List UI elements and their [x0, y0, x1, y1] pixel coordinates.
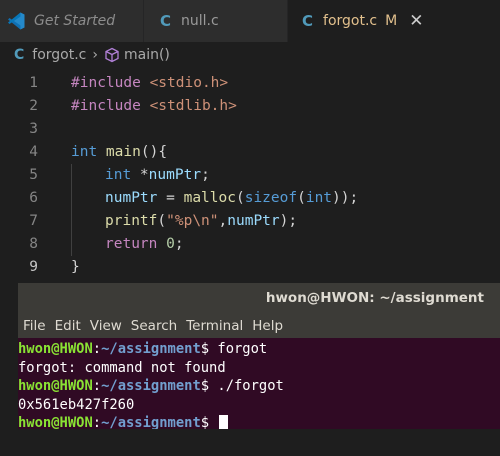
vscode-logo-icon: [8, 12, 25, 30]
terminal-title: hwon@HWON: ~/assignment: [265, 290, 484, 306]
code-line: 8 return 0;: [0, 233, 500, 256]
terminal-line: hwon@HWON:~/assignment$ ./forgot: [18, 378, 284, 394]
modified-indicator: M: [385, 13, 398, 29]
indent-guide: [71, 210, 105, 233]
tab-label: Get Started: [34, 13, 116, 29]
line-number: 3: [29, 121, 38, 137]
terminal-line: 0x561eb427f260: [18, 396, 135, 413]
line-number: 5: [29, 167, 38, 183]
code-editor[interactable]: 1 #include <stdio.h> 2 #include <stdlib.…: [0, 72, 500, 279]
tab-label: null.c: [181, 13, 219, 29]
menu-terminal[interactable]: Terminal: [186, 318, 243, 334]
menu-search[interactable]: Search: [131, 318, 177, 334]
indent-guide: [71, 233, 105, 256]
line-number: 4: [29, 144, 38, 160]
terminal-menu-bar: File Edit View Search Terminal Help: [18, 313, 500, 338]
line-number: 6: [29, 190, 38, 206]
breadcrumb-symbol[interactable]: main(): [124, 47, 170, 63]
editor-background: [0, 429, 500, 456]
close-icon[interactable]: ✕: [409, 11, 423, 31]
c-file-icon: C: [160, 12, 172, 30]
line-number: 7: [29, 213, 38, 229]
code-line: 5 int *numPtr;: [0, 164, 500, 187]
code-line: 7 printf("%p\n",numPtr);: [0, 210, 500, 233]
tab-null-c[interactable]: C null.c: [144, 0, 288, 42]
tab-get-started[interactable]: Get Started: [0, 0, 144, 42]
line-number: 2: [29, 98, 38, 114]
terminal-window[interactable]: hwon@HWON: ~/assignment File Edit View S…: [18, 283, 500, 431]
menu-edit[interactable]: Edit: [55, 318, 81, 334]
code-line: 1 #include <stdio.h>: [0, 72, 500, 95]
breadcrumb-separator: ›: [92, 47, 98, 63]
editor-tab-bar: Get Started C null.c C forgot.c M ✕: [0, 0, 500, 42]
c-file-icon: C: [14, 47, 25, 63]
menu-file[interactable]: File: [23, 318, 46, 334]
breadcrumb: C forgot.c › main(): [0, 42, 500, 68]
line-number: 9: [29, 259, 38, 275]
terminal-line: forgot: command not found: [18, 359, 226, 376]
tab-label: forgot.c: [323, 13, 378, 29]
line-number: 8: [29, 236, 38, 252]
code-line: 3: [0, 118, 500, 141]
terminal-title-bar[interactable]: hwon@HWON: ~/assignment: [18, 283, 500, 313]
menu-help[interactable]: Help: [252, 318, 283, 334]
line-number: 1: [29, 75, 38, 91]
code-line: 4 int main(){: [0, 141, 500, 164]
menu-view[interactable]: View: [90, 318, 122, 334]
indent-guide: [71, 187, 105, 210]
code-line: 2 #include <stdlib.h>: [0, 95, 500, 118]
indent-guide: [71, 164, 105, 187]
c-file-icon: C: [302, 12, 314, 30]
breadcrumb-file[interactable]: forgot.c: [32, 47, 86, 63]
code-line: 6 numPtr = malloc(sizeof(int));: [0, 187, 500, 210]
tab-forgot-c[interactable]: C forgot.c M ✕: [288, 0, 500, 42]
terminal-line: hwon@HWON:~/assignment$ forgot: [18, 341, 268, 357]
terminal-output[interactable]: hwon@HWON:~/assignment$ forgot forgot: c…: [18, 338, 500, 433]
code-line: 9 }: [0, 256, 500, 279]
method-cube-icon: [105, 47, 119, 63]
